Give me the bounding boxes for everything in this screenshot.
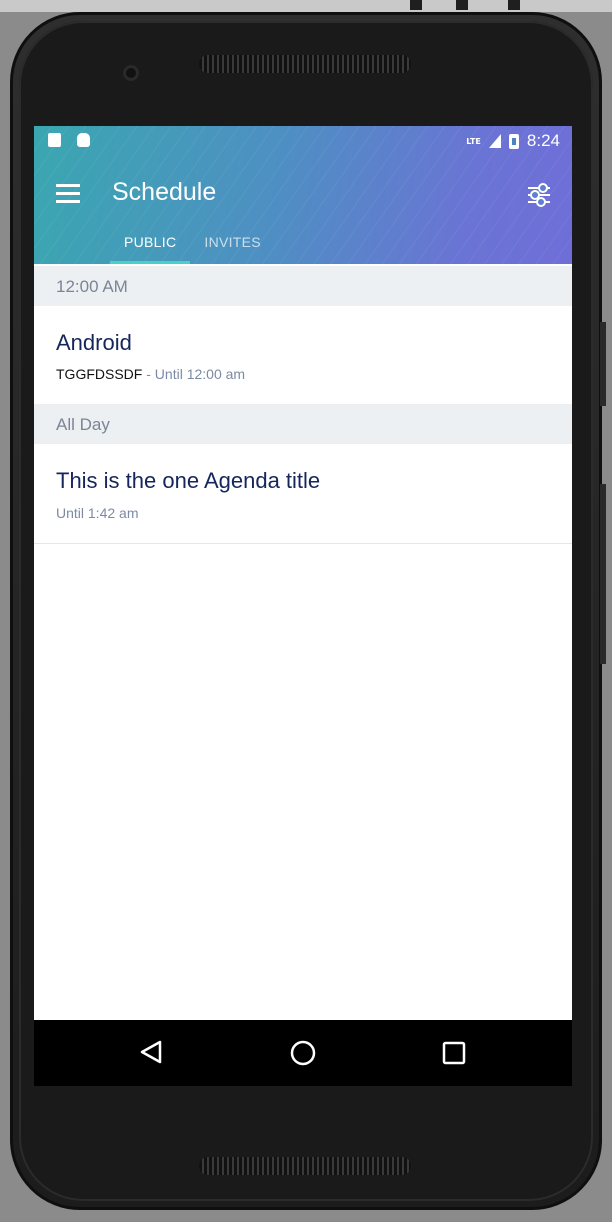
event-time: Until 12:00 am [154, 366, 246, 382]
subtitle-separator: - [142, 366, 155, 382]
status-bar: LTE 8:24 [34, 126, 572, 156]
event-subtitle: Until 1:42 am [56, 505, 138, 521]
filter-sliders-icon[interactable] [526, 182, 552, 208]
status-time: 8:24 [526, 131, 560, 150]
top-speaker [199, 55, 411, 73]
window-close-button[interactable] [502, 0, 528, 12]
battery-icon [508, 133, 519, 149]
tab-public[interactable]: PUBLIC [110, 230, 191, 264]
back-triangle-icon[interactable] [140, 1040, 162, 1064]
event-time: Until 1:42 am [56, 505, 139, 521]
emulator-top-bar [0, 0, 612, 12]
section-header-label: All Day [56, 415, 110, 434]
volume-button[interactable] [600, 484, 606, 664]
section-header: All Day [34, 404, 572, 444]
event-title: This is the one Agenda title [56, 468, 321, 493]
event-title: Android [56, 330, 132, 355]
section-header-label: 12:00 AM [56, 277, 128, 296]
network-type: LTE [466, 136, 481, 146]
page-title: Schedule [112, 178, 217, 206]
front-camera [123, 65, 139, 81]
power-button[interactable] [600, 322, 606, 406]
list-divider [34, 543, 572, 544]
list-item[interactable]: This is the one Agenda title Until 1:42 … [34, 444, 572, 542]
list-item[interactable]: Android TGGFDSSDF - Until 12:00 am [34, 306, 572, 404]
phone-screen: LTE 8:24 Schedule PUBLIC INVITES 12:00 A… [34, 126, 572, 1086]
tab-bar: PUBLIC INVITES [110, 230, 275, 264]
signal-icon [488, 134, 501, 148]
android-debug-icon [77, 133, 90, 147]
recents-square-icon[interactable] [442, 1041, 466, 1065]
toolbar: Schedule [34, 164, 572, 226]
event-subtitle: TGGFDSSDF - Until 12:00 am [56, 366, 245, 382]
navigation-bar [34, 1020, 572, 1086]
window-maximize-button[interactable] [450, 0, 476, 12]
home-circle-icon[interactable] [289, 1039, 317, 1067]
event-location: TGGFDSSDF [56, 366, 143, 382]
tab-invites[interactable]: INVITES [190, 230, 275, 264]
bottom-speaker [199, 1157, 411, 1175]
hamburger-icon[interactable] [56, 184, 80, 204]
section-header: 12:00 AM [34, 266, 572, 306]
window-minimize-button[interactable] [404, 0, 430, 12]
sd-card-icon [48, 133, 61, 147]
